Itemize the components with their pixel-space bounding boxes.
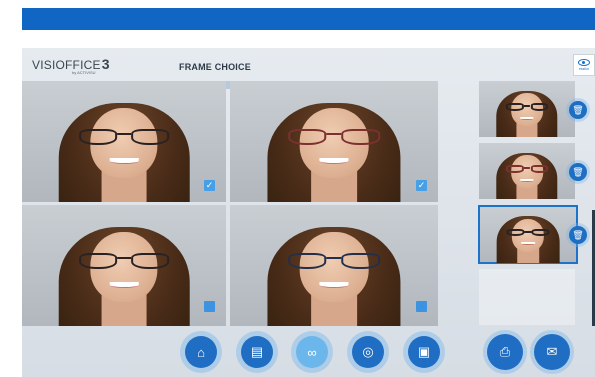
- app-logo: VISIOFFICE 3 by ACTIVISU: [32, 56, 110, 75]
- glasses-frame: [288, 253, 380, 270]
- comparison-slot-empty: [479, 269, 575, 325]
- glasses-frame: [79, 253, 169, 270]
- photo-checkbox[interactable]: [416, 301, 427, 312]
- tryon-photo-2[interactable]: ✓: [230, 81, 438, 202]
- brand-logo: essilor: [573, 54, 595, 76]
- smile: [109, 158, 139, 165]
- smile: [109, 282, 139, 289]
- header: VISIOFFICE 3 by ACTIVISU FRAME CHOICE es…: [22, 48, 595, 80]
- app-window: VISIOFFICE 3 by ACTIVISU FRAME CHOICE es…: [22, 48, 595, 377]
- print-button[interactable]: ⎙: [487, 334, 523, 370]
- trash-icon[interactable]: 🗑: [569, 163, 587, 181]
- comparison-thumb-3[interactable]: [478, 205, 578, 264]
- document-button[interactable]: ▤: [241, 336, 273, 368]
- logo-sub: by ACTIVISU: [72, 70, 96, 75]
- glasses-frame: [79, 129, 169, 146]
- top-band: [22, 8, 595, 30]
- photo-checkbox[interactable]: ✓: [204, 180, 215, 191]
- comparison-button[interactable]: ▣: [408, 336, 440, 368]
- trash-icon[interactable]: 🗑: [569, 226, 587, 244]
- home-button[interactable]: ⌂: [185, 336, 217, 368]
- brand-text: essilor: [578, 67, 590, 71]
- glasses-frame: [288, 129, 380, 146]
- page-title: FRAME CHOICE: [179, 62, 251, 72]
- tryon-photo-3[interactable]: [22, 205, 226, 326]
- measurement-button[interactable]: ◎: [352, 336, 384, 368]
- bottom-nav: ⌂ ▤ ∞ ◎ ▣ ⎙ ✉: [22, 326, 595, 377]
- glasses-button[interactable]: ∞: [296, 336, 328, 368]
- email-button[interactable]: ✉: [534, 334, 570, 370]
- tryon-photo-4[interactable]: [230, 205, 438, 326]
- photo-checkbox[interactable]: [204, 301, 215, 312]
- comparison-thumb-1[interactable]: [479, 81, 575, 137]
- trash-icon[interactable]: 🗑: [569, 101, 587, 119]
- logo-number: 3: [101, 56, 110, 72]
- tryon-photo-1[interactable]: ✓: [22, 81, 226, 202]
- eye-icon: [578, 59, 590, 66]
- comparison-thumb-2[interactable]: [479, 143, 575, 199]
- photo-checkbox[interactable]: ✓: [416, 180, 427, 191]
